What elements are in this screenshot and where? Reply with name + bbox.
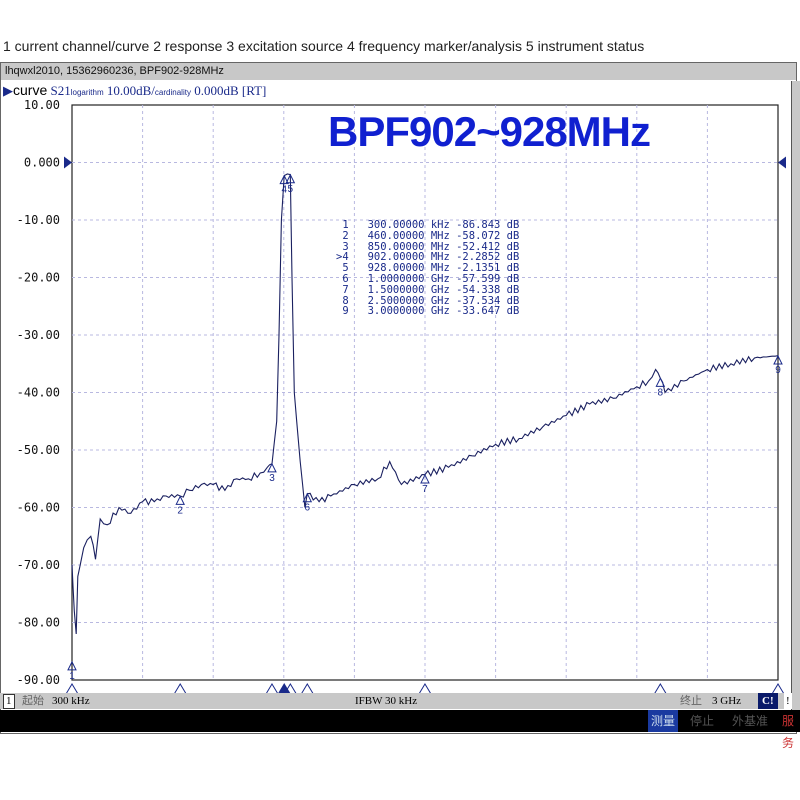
start-frequency[interactable]: 300 kHz xyxy=(52,693,90,709)
y-tick-label: 10.00 xyxy=(24,98,60,112)
ifbw[interactable]: IFBW 30 kHz xyxy=(355,693,417,709)
marker-table: 1 300.00000 kHz -86.843 dB 2 460.00000 M… xyxy=(336,220,519,317)
marker-label: 3 xyxy=(269,473,275,484)
channel-number[interactable]: 1 xyxy=(3,694,15,709)
y-tick-label: 0.000 xyxy=(24,156,60,170)
marker-label: 8 xyxy=(658,387,664,398)
stop-label: 终止 xyxy=(680,695,702,707)
plot-title: BPF902~928MHz xyxy=(328,108,651,155)
marker-label: 5 xyxy=(288,184,294,195)
y-tick-label: -10.00 xyxy=(17,213,60,227)
marker-label: 7 xyxy=(422,484,428,495)
status-stop: 停止 xyxy=(690,714,715,728)
y-tick-label: -60.00 xyxy=(17,501,60,515)
status-service: 服务 xyxy=(782,714,795,750)
cal-indicator[interactable]: C! xyxy=(758,693,778,709)
marker-row[interactable]: 7 1.5000000 GHz -54.338 dB xyxy=(336,284,519,296)
y-tick-label: -20.00 xyxy=(17,271,60,285)
y-tick-label: -70.00 xyxy=(17,558,60,572)
y-tick-label: -50.00 xyxy=(17,443,60,457)
ref-level-right-icon xyxy=(778,156,786,169)
marker-label: 1 xyxy=(69,671,75,682)
marker-row[interactable]: 2 460.00000 MHz -58.072 dB xyxy=(336,230,519,242)
y-tick-label: -90.00 xyxy=(17,673,60,687)
status-ext-ref: 外基准 xyxy=(732,714,769,728)
ref-level-left-icon xyxy=(64,156,72,169)
marker-row[interactable]: 9 3.0000000 GHz -33.647 dB xyxy=(336,306,519,317)
status-bar: 1 起始 300 kHz IFBW 30 kHz 终止 3 GHz C! ! xyxy=(0,693,795,709)
status-flag: ! xyxy=(784,693,792,709)
start-label: 起始 xyxy=(22,695,44,707)
stop-frequency[interactable]: 3 GHz xyxy=(712,693,741,709)
y-tick-label: -80.00 xyxy=(17,616,60,630)
marker-label: 2 xyxy=(177,505,183,516)
marker-2-icon xyxy=(175,495,186,505)
marker-label: 6 xyxy=(305,503,311,514)
y-tick-label: -30.00 xyxy=(17,328,60,342)
status-measure: 测量 xyxy=(648,710,679,732)
marker-label: 4 xyxy=(281,185,287,196)
instrument-status-bar: 测量 停止 外基准 服务 xyxy=(0,710,800,750)
y-tick-label: -40.00 xyxy=(17,386,60,400)
marker-label: 9 xyxy=(775,365,781,376)
